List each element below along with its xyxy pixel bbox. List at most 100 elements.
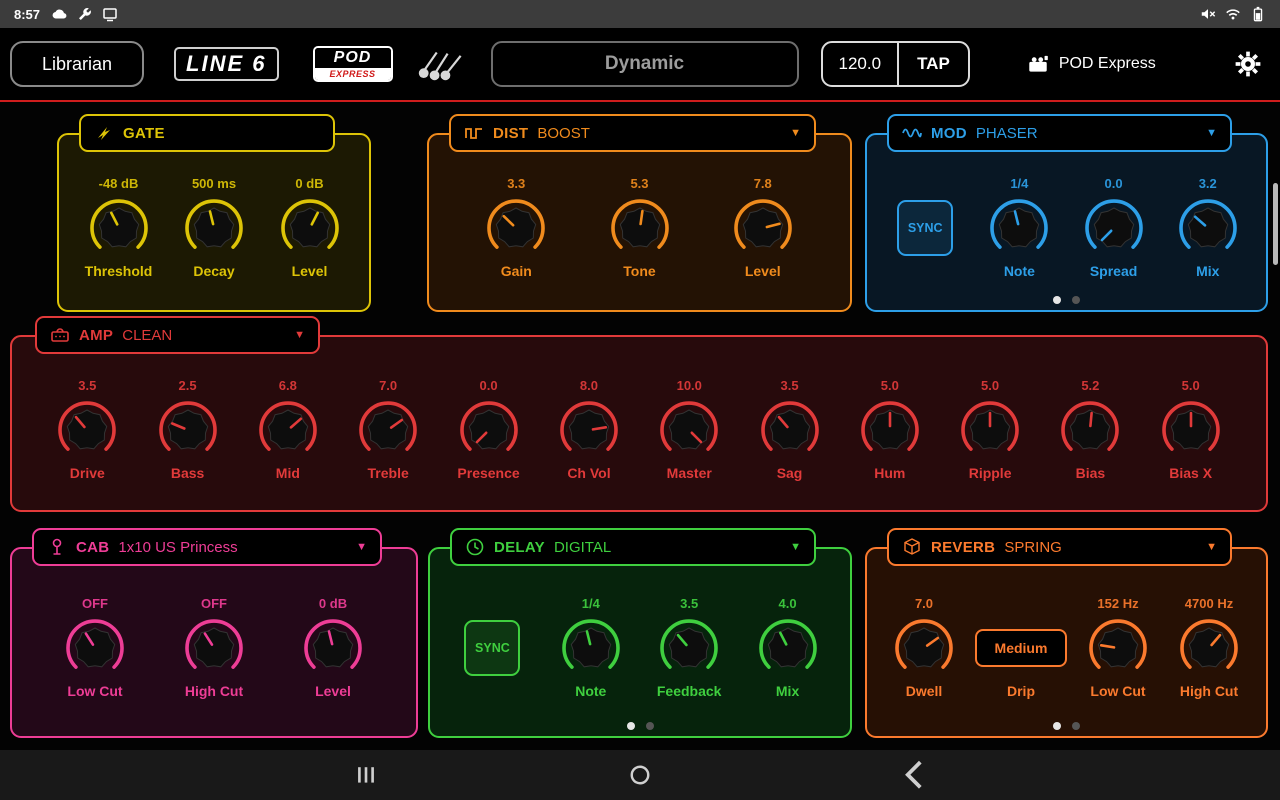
settings-gear-icon[interactable] bbox=[1234, 50, 1262, 78]
knob-high-cut-dial[interactable] bbox=[183, 617, 245, 679]
knob-master-dial[interactable] bbox=[658, 399, 720, 461]
preset-selector[interactable]: Dynamic bbox=[491, 41, 799, 87]
control-label: Drip bbox=[1007, 683, 1035, 699]
knob-gain-dial[interactable] bbox=[485, 197, 547, 259]
sync-button[interactable]: SYNC bbox=[464, 620, 520, 676]
chevron-down-icon[interactable]: ▼ bbox=[1206, 541, 1217, 553]
page-dot[interactable] bbox=[1053, 296, 1061, 304]
knob-level: 7.8Level bbox=[721, 176, 805, 279]
amp-block-header[interactable]: AMP CLEAN ▼ bbox=[35, 316, 320, 354]
recents-icon[interactable] bbox=[355, 764, 377, 786]
knob-high-cut-dial[interactable] bbox=[1178, 617, 1240, 679]
select-drip: Medium Drip bbox=[975, 596, 1067, 699]
page-dots[interactable] bbox=[428, 722, 852, 730]
knob-sag-dial[interactable] bbox=[759, 399, 821, 461]
page-dots[interactable] bbox=[865, 722, 1268, 730]
knob-spread-dial[interactable] bbox=[1083, 197, 1145, 259]
knob-drive-dial[interactable] bbox=[56, 399, 118, 461]
knob-ripple-dial[interactable] bbox=[959, 399, 1021, 461]
knob-label: Master bbox=[667, 465, 712, 481]
knob-dwell-dial[interactable] bbox=[893, 617, 955, 679]
knob-feedback-dial[interactable] bbox=[658, 617, 720, 679]
knob-low-cut: OFFLow Cut bbox=[53, 596, 137, 699]
amp-controls: 3.5Drive2.5Bass6.8Mid7.0Treble0.0Presenc… bbox=[18, 378, 1260, 481]
chevron-down-icon[interactable]: ▼ bbox=[356, 541, 367, 553]
page-dot[interactable] bbox=[1072, 722, 1080, 730]
cab-icon bbox=[47, 537, 67, 557]
knob-tone-dial[interactable] bbox=[609, 197, 671, 259]
librarian-button[interactable]: Librarian bbox=[10, 41, 144, 87]
page-dot[interactable] bbox=[646, 722, 654, 730]
knob-low-cut-dial[interactable] bbox=[64, 617, 126, 679]
knob-sag: 3.5Sag bbox=[759, 378, 821, 481]
knob-mix: 4.0Mix bbox=[746, 596, 830, 699]
pod-device-icon bbox=[1026, 52, 1050, 76]
knob-value: 1/4 bbox=[1010, 176, 1028, 196]
knob-decay-dial[interactable] bbox=[183, 197, 245, 259]
knob-master: 10.0 Master bbox=[658, 378, 720, 481]
scrollbar[interactable] bbox=[1273, 183, 1278, 265]
gate-block-header[interactable]: GATE bbox=[79, 114, 335, 152]
block-type-label: REVERB bbox=[931, 539, 995, 556]
delay-block-header[interactable]: DELAY DIGITAL ▼ bbox=[450, 528, 816, 566]
dist-block-header[interactable]: DIST BOOST ▼ bbox=[449, 114, 816, 152]
knob-bias-x-dial[interactable] bbox=[1160, 399, 1222, 461]
knob-treble-dial[interactable] bbox=[357, 399, 419, 461]
page-dot[interactable] bbox=[1053, 722, 1061, 730]
knob-mix-dial[interactable] bbox=[1177, 197, 1239, 259]
knob-mid-dial[interactable] bbox=[257, 399, 319, 461]
knob-value: 3.2 bbox=[1199, 176, 1217, 196]
chevron-down-icon[interactable]: ▼ bbox=[294, 329, 305, 341]
tap-button[interactable]: TAP bbox=[899, 43, 968, 85]
knob-note-dial[interactable] bbox=[560, 617, 622, 679]
knob-hum-dial[interactable] bbox=[859, 399, 921, 461]
page-dot[interactable] bbox=[1072, 296, 1080, 304]
delay-controls: SYNC1/4Note3.5Feedback4.0Mix bbox=[436, 596, 844, 699]
chevron-down-icon[interactable]: ▼ bbox=[790, 127, 801, 139]
knob-ch-vol: 8.0Ch Vol bbox=[558, 378, 620, 481]
chevron-down-icon[interactable]: ▼ bbox=[1206, 127, 1217, 139]
knob-treble: 7.0Treble bbox=[357, 378, 419, 481]
knob-bias-dial[interactable] bbox=[1059, 399, 1121, 461]
gate-icon bbox=[94, 123, 114, 143]
knob-value: 10.0 bbox=[677, 378, 702, 398]
cab-block: CAB 1x10 US Princess ▼ OFFLow CutOFFHigh… bbox=[10, 528, 418, 738]
guitars-icon[interactable] bbox=[415, 46, 465, 82]
knob-value: 5.0 bbox=[881, 378, 899, 398]
knob-level-dial[interactable] bbox=[279, 197, 341, 259]
knob-presence-dial[interactable] bbox=[458, 399, 520, 461]
drip-button[interactable]: Medium bbox=[975, 629, 1067, 667]
knob-low-cut-dial[interactable] bbox=[1087, 617, 1149, 679]
back-icon[interactable] bbox=[903, 764, 925, 786]
page-dots[interactable] bbox=[865, 296, 1268, 304]
knob-presence: 0.0Presence bbox=[457, 378, 519, 481]
knob-bass-dial[interactable] bbox=[157, 399, 219, 461]
knob-mix-dial[interactable] bbox=[757, 617, 819, 679]
knob-label: Level bbox=[315, 683, 351, 699]
knob-note-dial[interactable] bbox=[988, 197, 1050, 259]
knob-value: 3.5 bbox=[780, 378, 798, 398]
bpm-value[interactable]: 120.0 bbox=[823, 43, 898, 85]
knob-level-dial[interactable] bbox=[732, 197, 794, 259]
home-icon[interactable] bbox=[629, 764, 651, 786]
clock: 8:57 bbox=[14, 7, 40, 22]
knob-level-dial[interactable] bbox=[302, 617, 364, 679]
knob-label: Spread bbox=[1090, 263, 1137, 279]
sync-button[interactable]: SYNC bbox=[897, 200, 953, 256]
device-status[interactable]: POD Express bbox=[1026, 52, 1156, 76]
block-model-label: PHASER bbox=[976, 125, 1038, 142]
mod-icon bbox=[902, 123, 922, 143]
wifi-icon bbox=[1225, 6, 1241, 22]
reverb-block-header[interactable]: REVERB SPRING ▼ bbox=[887, 528, 1232, 566]
knob-level: 0 dBLevel bbox=[291, 596, 375, 699]
knob-threshold-dial[interactable] bbox=[88, 197, 150, 259]
cab-controls: OFFLow CutOFFHigh Cut0 dBLevel bbox=[18, 596, 410, 699]
page-dot[interactable] bbox=[627, 722, 635, 730]
knob-ch-vol-dial[interactable] bbox=[558, 399, 620, 461]
android-nav-bar bbox=[0, 750, 1280, 800]
knob-hum: 5.0Hum bbox=[859, 378, 921, 481]
mod-block-header[interactable]: MOD PHASER ▼ bbox=[887, 114, 1232, 152]
knob-feedback: 3.5Feedback bbox=[647, 596, 731, 699]
chevron-down-icon[interactable]: ▼ bbox=[790, 541, 801, 553]
cab-block-header[interactable]: CAB 1x10 US Princess ▼ bbox=[32, 528, 382, 566]
